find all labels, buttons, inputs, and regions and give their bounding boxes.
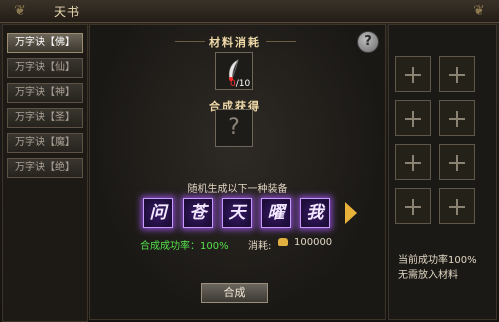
material-input-slot[interactable] [395,100,431,136]
equipment-item[interactable]: 问 [143,198,173,228]
tab-jue[interactable]: 万字诀【绝】 [7,158,83,178]
generate-description: 随机生成以下一种装备 [187,184,288,195]
plus-icon-stroke [412,111,414,127]
plus-icon-stroke [456,67,458,83]
gold-ingot-icon [278,238,288,246]
equipment-item[interactable]: 苍 [183,198,213,228]
plus-icon-stroke [456,111,458,127]
tab-sheng[interactable]: 万字诀【圣】 [7,108,83,128]
material-input-slot[interactable] [439,56,475,92]
title-bar: ❦ 天书 ❦ [0,0,499,23]
cost-value: 100000 [294,237,333,248]
plus-icon-stroke [412,67,414,83]
current-success-rate: 当前成功率100% [398,255,477,266]
material-input-slot[interactable] [439,100,475,136]
no-material-note: 无需放入材料 [398,270,458,281]
material-input-slot[interactable] [439,144,475,180]
material-input-slot[interactable] [439,188,475,224]
cost-label: 消耗: [248,241,272,252]
tab-mo[interactable]: 万字诀【魔】 [7,133,83,153]
success-rate: 合成成功率：100% [140,241,229,252]
tab-fo[interactable]: 万字诀【佛】 [7,33,83,53]
plus-icon-stroke [412,199,414,215]
material-input-slot[interactable] [395,188,431,224]
material-input-slot[interactable] [395,144,431,180]
materials-title: 材料消耗 [209,36,261,49]
help-button[interactable]: ? [357,31,379,53]
plus-icon-stroke [412,155,414,171]
left-ornament-icon: ❦ [14,3,26,19]
material-count-need: /10 [235,79,251,89]
plus-icon-stroke [456,155,458,171]
plus-icon-stroke [456,199,458,215]
divider [175,41,205,42]
equipment-item[interactable]: 天 [222,198,252,228]
unknown-result-icon: ? [228,115,240,140]
craft-button[interactable]: 合成 [201,283,268,303]
equipment-item[interactable]: 曜 [261,198,291,228]
window-title: 天书 [54,5,81,19]
right-ornament-icon: ❦ [473,3,485,19]
tab-list: 万字诀【佛】 万字诀【仙】 万字诀【神】 万字诀【圣】 万字诀【魔】 万字诀【绝… [2,24,88,322]
tab-shen[interactable]: 万字诀【神】 [7,83,83,103]
tab-xian[interactable]: 万字诀【仙】 [7,58,83,78]
equipment-item[interactable]: 我 [300,198,330,228]
next-arrow-icon[interactable] [345,202,357,224]
material-count: 0/10 [230,79,250,89]
material-input-slot[interactable] [395,56,431,92]
divider [266,41,296,42]
